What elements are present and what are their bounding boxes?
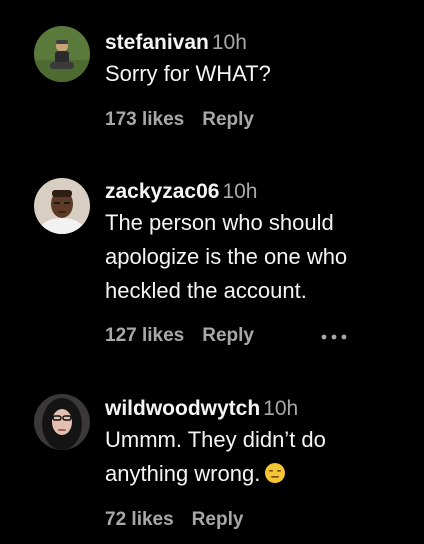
- username[interactable]: zackyzac06: [105, 180, 219, 203]
- avatar-photo-icon: [34, 178, 90, 234]
- avatar-zackyzac06[interactable]: [34, 178, 90, 234]
- avatar-photo-icon: [34, 394, 90, 450]
- timestamp[interactable]: 10h: [263, 397, 298, 420]
- avatar-photo-icon: [34, 26, 90, 82]
- comment-text-line: The person who should: [105, 210, 334, 235]
- comment-header: stefanivan 10h: [105, 30, 406, 56]
- reply-button[interactable]: Reply: [202, 109, 254, 130]
- avatar-stefanivan[interactable]: [34, 26, 90, 82]
- comment-text-fragment: anything wrong.: [105, 461, 261, 486]
- comment-text: Sorry for WHAT?: [105, 61, 271, 86]
- timestamp[interactable]: 10h: [212, 31, 247, 54]
- comment-text: The person who should apologize is the o…: [105, 206, 406, 308]
- reply-button[interactable]: Reply: [192, 509, 244, 530]
- timestamp[interactable]: 10h: [222, 180, 257, 203]
- comment-text: Ummm. They didn’t do anything wrong.: [105, 423, 406, 491]
- likes-count[interactable]: 127 likes: [105, 325, 184, 346]
- comment-text-line: Ummm. They didn’t do: [105, 427, 326, 452]
- more-options-icon[interactable]: [320, 327, 352, 351]
- username[interactable]: stefanivan: [105, 31, 209, 54]
- comment-header: wildwoodwytch 10h: [105, 396, 406, 422]
- reply-button[interactable]: Reply: [202, 325, 254, 346]
- comment-text-line: anything wrong.: [105, 457, 406, 491]
- likes-count[interactable]: 72 likes: [105, 509, 174, 530]
- avatar-wildwoodwytch[interactable]: [34, 394, 90, 450]
- expressionless-face-emoji: [264, 460, 286, 483]
- comment-text-line: apologize is the one who: [105, 244, 348, 269]
- likes-count[interactable]: 173 likes: [105, 109, 184, 130]
- comment-header: zackyzac06 10h: [105, 179, 406, 205]
- comment-text-line: heckled the account.: [105, 278, 307, 303]
- username[interactable]: wildwoodwytch: [105, 397, 260, 420]
